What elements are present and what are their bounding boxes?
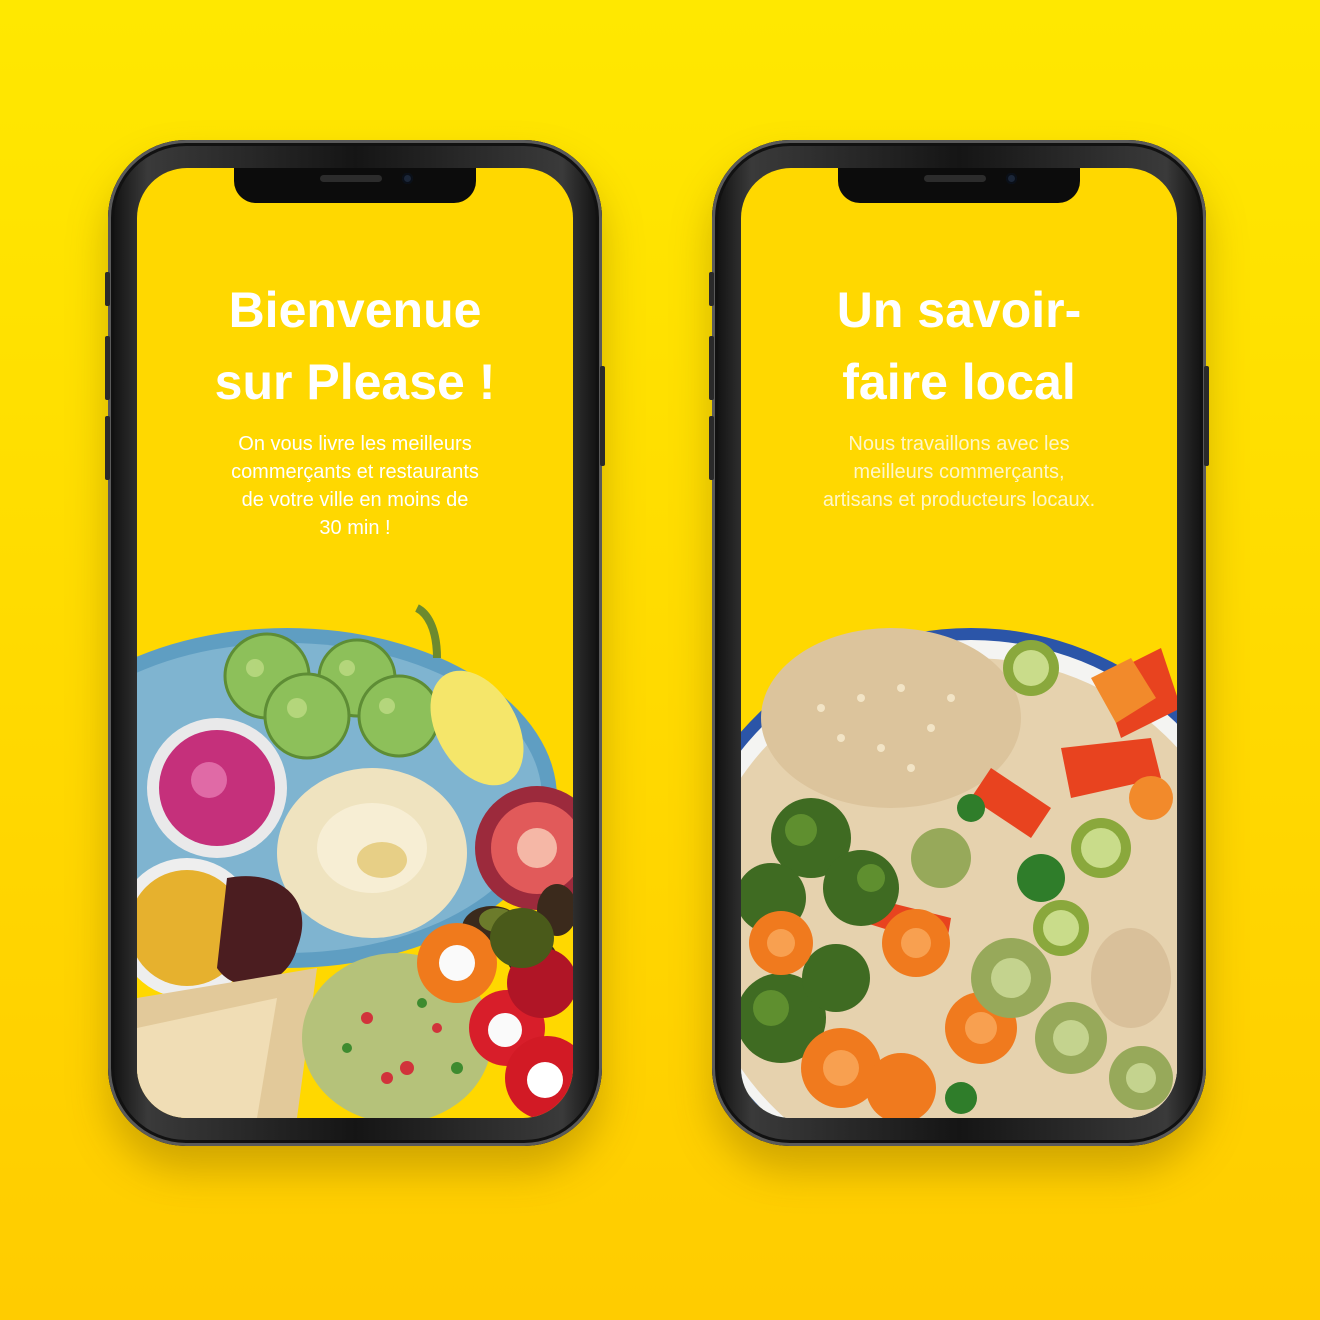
- welcome-subtitle-line: de votre ville en moins de: [241, 489, 469, 511]
- volume-down-button: [709, 416, 714, 480]
- local-title-line-2: faire local: [842, 354, 1076, 410]
- power-button: [600, 366, 605, 466]
- welcome-screen: Bienvenue sur Please ! On vous livre les…: [137, 168, 573, 1118]
- welcome-subtitle-line: commerçants et restaurants: [231, 461, 479, 483]
- speaker-grille: [320, 175, 382, 182]
- volume-down-button: [105, 416, 110, 480]
- local-subtitle-line: meilleurs commerçants,: [853, 461, 1065, 483]
- welcome-subtitle: On vous livre les meilleurs commerçants …: [137, 430, 573, 542]
- notch: [838, 168, 1080, 203]
- front-camera-icon: [402, 173, 413, 184]
- phone-mockup-local: Un savoir- faire local Nous travaillons …: [709, 140, 1209, 1146]
- speaker-grille: [924, 175, 986, 182]
- local-title: Un savoir- faire local: [741, 274, 1177, 418]
- local-screen: Un savoir- faire local Nous travaillons …: [741, 168, 1177, 1118]
- welcome-title-line-1: Bienvenue: [228, 282, 482, 338]
- local-subtitle-line: artisans et producteurs locaux.: [822, 489, 1096, 511]
- phone-mockup-welcome: Bienvenue sur Please ! On vous livre les…: [105, 140, 605, 1146]
- local-subtitle: Nous travaillons avec les meilleurs comm…: [741, 430, 1177, 514]
- local-title-line-1: Un savoir-: [836, 282, 1082, 338]
- notch: [234, 168, 476, 203]
- vegetable-bowl-image: [741, 628, 1177, 1118]
- power-button: [1204, 366, 1209, 466]
- volume-up-button: [709, 336, 714, 400]
- front-camera-icon: [1006, 173, 1017, 184]
- mute-switch: [709, 272, 714, 306]
- local-subtitle-line: Nous travaillons avec les: [848, 433, 1070, 455]
- mute-switch: [105, 272, 110, 306]
- welcome-title: Bienvenue sur Please !: [137, 274, 573, 418]
- welcome-title-line-2: sur Please !: [214, 354, 496, 410]
- welcome-subtitle-line: 30 min !: [319, 517, 391, 539]
- welcome-subtitle-line: On vous livre les meilleurs: [238, 433, 472, 455]
- mezze-platter-image: [137, 604, 573, 1118]
- volume-up-button: [105, 336, 110, 400]
